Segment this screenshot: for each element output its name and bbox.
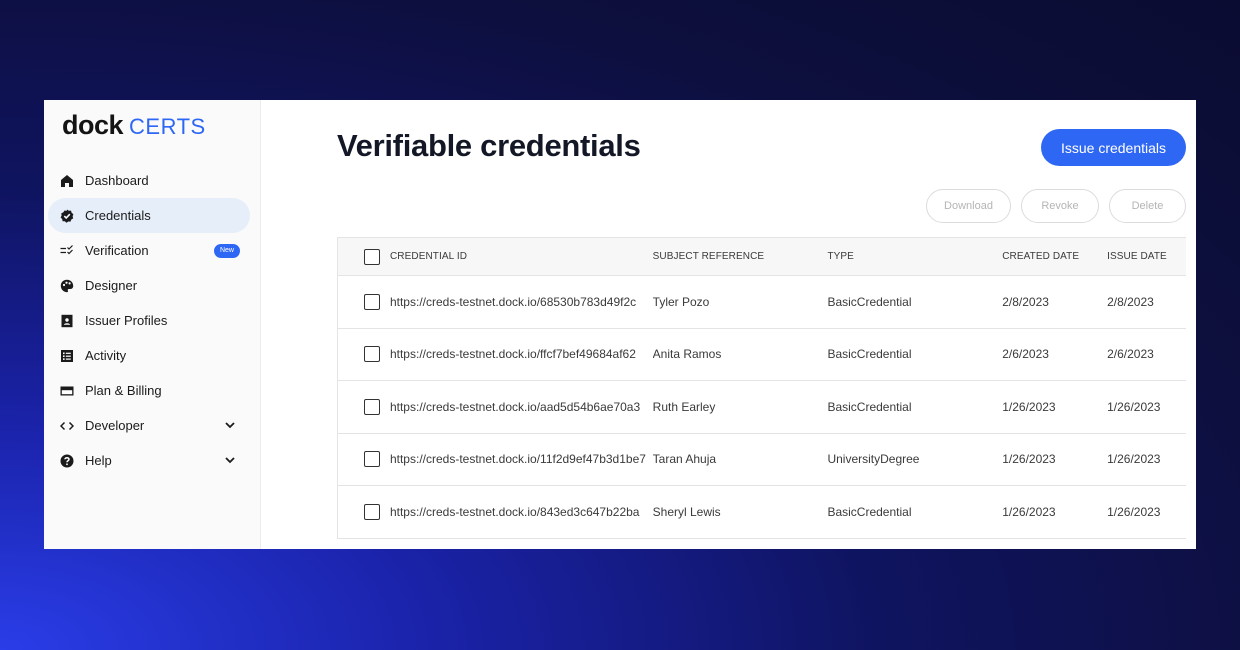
download-button[interactable]: Download: [926, 189, 1011, 223]
table-row[interactable]: https://creds-testnet.dock.io/ffcf7bef49…: [338, 329, 1186, 381]
table-header: CREDENTIAL ID SUBJECT REFERENCE TYPE CRE…: [338, 238, 1186, 276]
issue-date-cell: 2/6/2023: [1107, 347, 1154, 362]
type-cell: BasicCredential: [827, 294, 912, 309]
row-checkbox[interactable]: [364, 398, 380, 415]
table-row[interactable]: https://creds-testnet.dock.io/aad5d54b6a…: [338, 381, 1186, 434]
created-date-cell: 1/26/2023: [1002, 399, 1056, 414]
sidebar-item-label: Plan & Billing: [85, 383, 162, 398]
sidebar-item-issuer-profiles[interactable]: Issuer Profiles: [48, 303, 250, 338]
sidebar-item-developer[interactable]: Developer: [48, 408, 250, 443]
sidebar-item-help[interactable]: Help: [48, 443, 250, 478]
issue-date-cell: 1/26/2023: [1107, 399, 1161, 414]
credential-id-cell[interactable]: https://creds-testnet.dock.io/68530b783d…: [390, 295, 653, 309]
sidebar-item-plan-billing[interactable]: Plan & Billing: [48, 373, 250, 408]
row-select-cell: [338, 503, 390, 520]
created-date-cell: 2/8/2023: [1002, 294, 1049, 309]
badge-check-icon: [60, 209, 74, 223]
sidebar-item-label: Activity: [85, 348, 127, 363]
sidebar-item-dashboard[interactable]: Dashboard: [48, 163, 250, 198]
sidebar: dock CERTS Dashboard Credentials Verific…: [44, 100, 261, 549]
type-cell: BasicCredential: [827, 399, 912, 414]
sidebar-nav: Dashboard Credentials Verification New D…: [48, 163, 250, 478]
sidebar-item-activity[interactable]: Activity: [48, 338, 250, 373]
subject-cell: Anita Ramos: [652, 347, 722, 362]
credential-id-cell[interactable]: https://creds-testnet.dock.io/11f2d9ef47…: [390, 452, 653, 466]
column-header-type[interactable]: TYPE: [827, 251, 1002, 262]
credit-card-icon: [60, 384, 74, 398]
sidebar-item-verification[interactable]: Verification New: [48, 233, 250, 268]
row-select-cell: [338, 398, 390, 415]
home-icon: [60, 174, 74, 188]
table-row[interactable]: https://creds-testnet.dock.io/843ed3c647…: [338, 486, 1186, 539]
created-date-cell: 1/26/2023: [1002, 452, 1056, 467]
table-row[interactable]: https://creds-testnet.dock.io/11f2d9ef47…: [338, 434, 1186, 486]
sidebar-item-label: Developer: [85, 418, 145, 433]
chevron-down-icon[interactable]: [224, 419, 236, 431]
logo-dock-text: dock: [62, 110, 124, 140]
subject-cell: Tyler Pozo: [652, 294, 710, 309]
sidebar-item-label: Credentials: [85, 208, 151, 223]
activity-list-icon: [60, 349, 74, 363]
code-icon: [60, 419, 74, 433]
issue-date-cell: 1/26/2023: [1107, 504, 1161, 519]
issue-credentials-button[interactable]: Issue credentials: [1041, 129, 1186, 166]
verification-list-icon: [60, 244, 74, 258]
subject-cell: Sheryl Lewis: [652, 504, 721, 519]
profile-card-icon: [60, 314, 74, 328]
select-all-cell: [338, 248, 390, 265]
sidebar-item-label: Designer: [85, 278, 138, 293]
sidebar-item-label: Verification: [85, 243, 149, 258]
sidebar-item-label: Help: [85, 453, 112, 468]
type-cell: UniversityDegree: [827, 452, 920, 467]
created-date-cell: 2/6/2023: [1002, 347, 1049, 362]
subject-cell: Ruth Earley: [652, 399, 716, 414]
page-title: Verifiable credentials: [337, 128, 641, 163]
help-icon: [60, 454, 74, 468]
palette-icon: [60, 279, 74, 293]
created-date-cell: 1/26/2023: [1002, 504, 1056, 519]
column-header-subject-reference[interactable]: SUBJECT REFERENCE: [653, 251, 828, 262]
sidebar-item-credentials[interactable]: Credentials: [48, 198, 250, 233]
new-badge: New: [213, 244, 240, 258]
credential-id-cell[interactable]: https://creds-testnet.dock.io/ffcf7bef49…: [390, 347, 653, 361]
chevron-down-icon[interactable]: [224, 454, 236, 466]
row-checkbox[interactable]: [364, 451, 380, 468]
column-header-issue-date[interactable]: ISSUE DATE: [1107, 251, 1186, 262]
row-checkbox[interactable]: [364, 503, 380, 520]
credentials-table: CREDENTIAL ID SUBJECT REFERENCE TYPE CRE…: [337, 237, 1186, 539]
column-header-credential-id[interactable]: CREDENTIAL ID: [390, 251, 653, 262]
delete-button[interactable]: Delete: [1109, 189, 1186, 223]
sidebar-item-label: Issuer Profiles: [85, 313, 168, 328]
logo[interactable]: dock CERTS: [62, 110, 206, 141]
issue-date-cell: 1/26/2023: [1107, 452, 1161, 467]
credential-id-cell[interactable]: https://creds-testnet.dock.io/aad5d54b6a…: [390, 400, 653, 414]
issue-date-cell: 2/8/2023: [1107, 294, 1154, 309]
select-all-checkbox[interactable]: [364, 248, 380, 265]
row-select-cell: [338, 293, 390, 310]
table-row[interactable]: https://creds-testnet.dock.io/68530b783d…: [338, 276, 1186, 329]
type-cell: BasicCredential: [827, 347, 912, 362]
row-select-cell: [338, 451, 390, 468]
credential-id-cell[interactable]: https://creds-testnet.dock.io/843ed3c647…: [390, 505, 653, 519]
sidebar-item-designer[interactable]: Designer: [48, 268, 250, 303]
subject-cell: Taran Ahuja: [652, 452, 717, 467]
logo-certs-text: CERTS: [129, 114, 206, 139]
type-cell: BasicCredential: [827, 504, 912, 519]
row-select-cell: [338, 346, 390, 363]
column-header-created-date[interactable]: CREATED DATE: [1002, 251, 1107, 262]
row-checkbox[interactable]: [364, 346, 380, 363]
app-window: dock CERTS Dashboard Credentials Verific…: [44, 100, 1196, 549]
main-content: Verifiable credentials Issue credentials…: [261, 100, 1196, 549]
revoke-button[interactable]: Revoke: [1021, 189, 1099, 223]
sidebar-item-label: Dashboard: [85, 173, 149, 188]
row-checkbox[interactable]: [364, 293, 380, 310]
